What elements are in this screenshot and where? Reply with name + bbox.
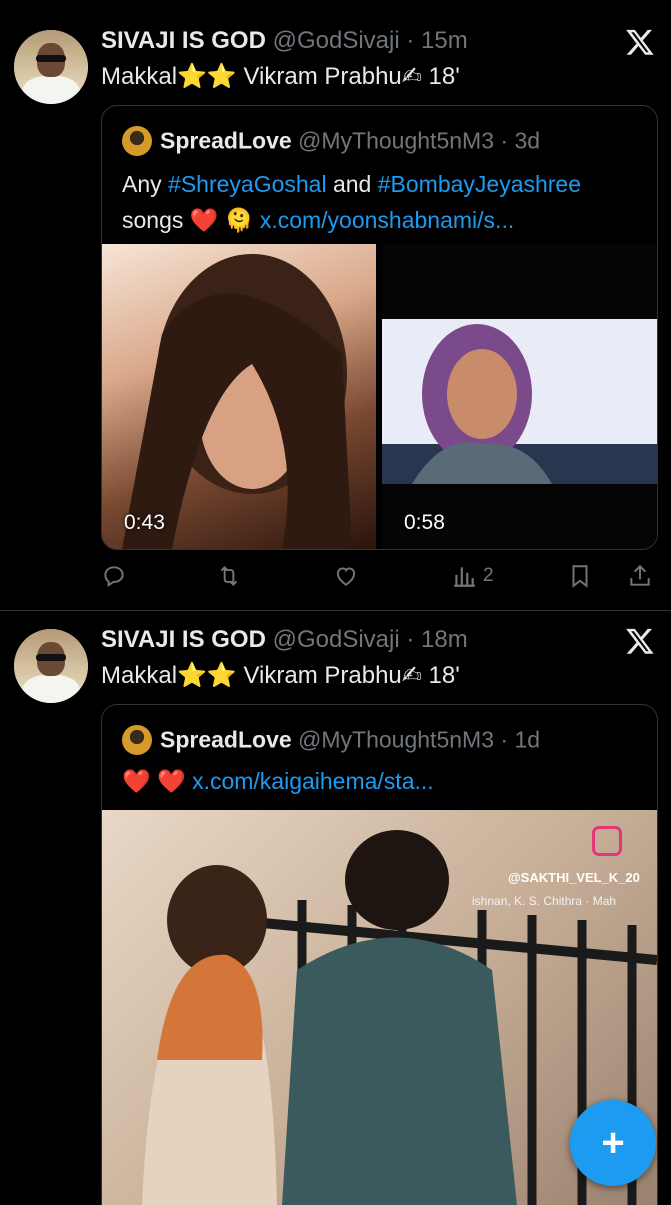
like-icon xyxy=(336,567,356,586)
tweet-actions: 2 xyxy=(101,556,661,596)
quote-text: ❤️ ❤️ x.com/kaigaihema/sta... xyxy=(122,768,434,794)
reply-icon xyxy=(104,566,124,588)
retweet-button[interactable] xyxy=(216,556,242,596)
video-image xyxy=(382,319,657,484)
quote-author: SpreadLove xyxy=(160,127,292,154)
tweet-time[interactable]: 15m xyxy=(421,27,468,54)
bookmark-button[interactable] xyxy=(567,556,593,596)
quote-avatar xyxy=(122,126,152,156)
views-button[interactable]: 2 xyxy=(451,556,494,596)
reply-button[interactable] xyxy=(101,556,127,596)
instagram-icon xyxy=(592,826,622,856)
x-logo-icon xyxy=(626,628,654,654)
compose-button[interactable]: + xyxy=(570,1100,656,1186)
share-button[interactable] xyxy=(627,556,653,596)
hashtag-link[interactable]: #ShreyaGoshal xyxy=(168,171,327,197)
retweet-icon xyxy=(220,565,238,587)
author-avatar[interactable] xyxy=(14,629,88,703)
tweet-time[interactable]: 18m xyxy=(421,626,468,653)
x-logo-icon xyxy=(626,29,654,55)
tweet-header: SIVAJI IS GOD @GodSivaji · 18m xyxy=(101,626,468,653)
quote-text: Any #ShreyaGoshal and #BombayJeyashree s… xyxy=(122,171,582,233)
tweet-text: Makkal⭐⭐ Vikram Prabhu✍ 18' xyxy=(101,63,460,90)
quote-header: SpreadLove @MyThought5nM3 · 1d xyxy=(122,725,540,759)
share-icon xyxy=(630,564,650,586)
quote-time: 3d xyxy=(514,127,541,154)
quote-avatar xyxy=(122,725,152,755)
author-handle[interactable]: @GodSivaji xyxy=(273,27,400,54)
tweet-1[interactable]: SIVAJI IS GOD @GodSivaji · 15m Makkal⭐⭐ … xyxy=(0,0,671,610)
views-icon xyxy=(454,567,475,587)
video-thumbnail[interactable]: 0:58 xyxy=(382,244,657,549)
author-handle[interactable]: @GodSivaji xyxy=(273,626,400,653)
quote-time: 1d xyxy=(514,726,541,753)
views-count: 2 xyxy=(483,565,494,586)
tweet-2[interactable]: SIVAJI IS GOD @GodSivaji · 18m Makkal⭐⭐ … xyxy=(0,611,671,1205)
like-button[interactable] xyxy=(333,556,359,596)
video-watermark: @SAKTHI_VEL_K_20 xyxy=(508,870,640,885)
quoted-tweet[interactable]: SpreadLove @MyThought5nM3 · 3d Any #Shre… xyxy=(101,105,658,550)
video-thumbnail[interactable]: 0:43 xyxy=(102,244,376,549)
tweet-header: SIVAJI IS GOD @GodSivaji · 15m xyxy=(101,27,468,54)
video-caption: ishnan, K. S. Chithra · Mah xyxy=(472,894,617,908)
tweet-text: Makkal⭐⭐ Vikram Prabhu✍ 18' xyxy=(101,662,460,689)
quote-author: SpreadLove xyxy=(160,726,292,753)
url-link[interactable]: x.com/yoonshabnami/s... xyxy=(260,207,514,233)
author-avatar[interactable] xyxy=(14,30,88,104)
quote-handle: @MyThought5nM3 xyxy=(298,127,494,154)
plus-icon: + xyxy=(601,1121,625,1165)
quote-handle: @MyThought5nM3 xyxy=(298,726,494,753)
author-name[interactable]: SIVAJI IS GOD xyxy=(101,27,266,54)
video-duration: 0:58 xyxy=(404,511,445,534)
author-name[interactable]: SIVAJI IS GOD xyxy=(101,626,266,653)
url-link[interactable]: x.com/kaigaihema/sta... xyxy=(192,768,434,794)
video-image xyxy=(122,254,352,549)
hashtag-link[interactable]: #BombayJeyashree xyxy=(378,171,581,197)
quote-header: SpreadLove @MyThought5nM3 · 3d xyxy=(122,126,540,160)
video-duration: 0:43 xyxy=(124,511,165,534)
bookmark-icon xyxy=(572,565,588,588)
